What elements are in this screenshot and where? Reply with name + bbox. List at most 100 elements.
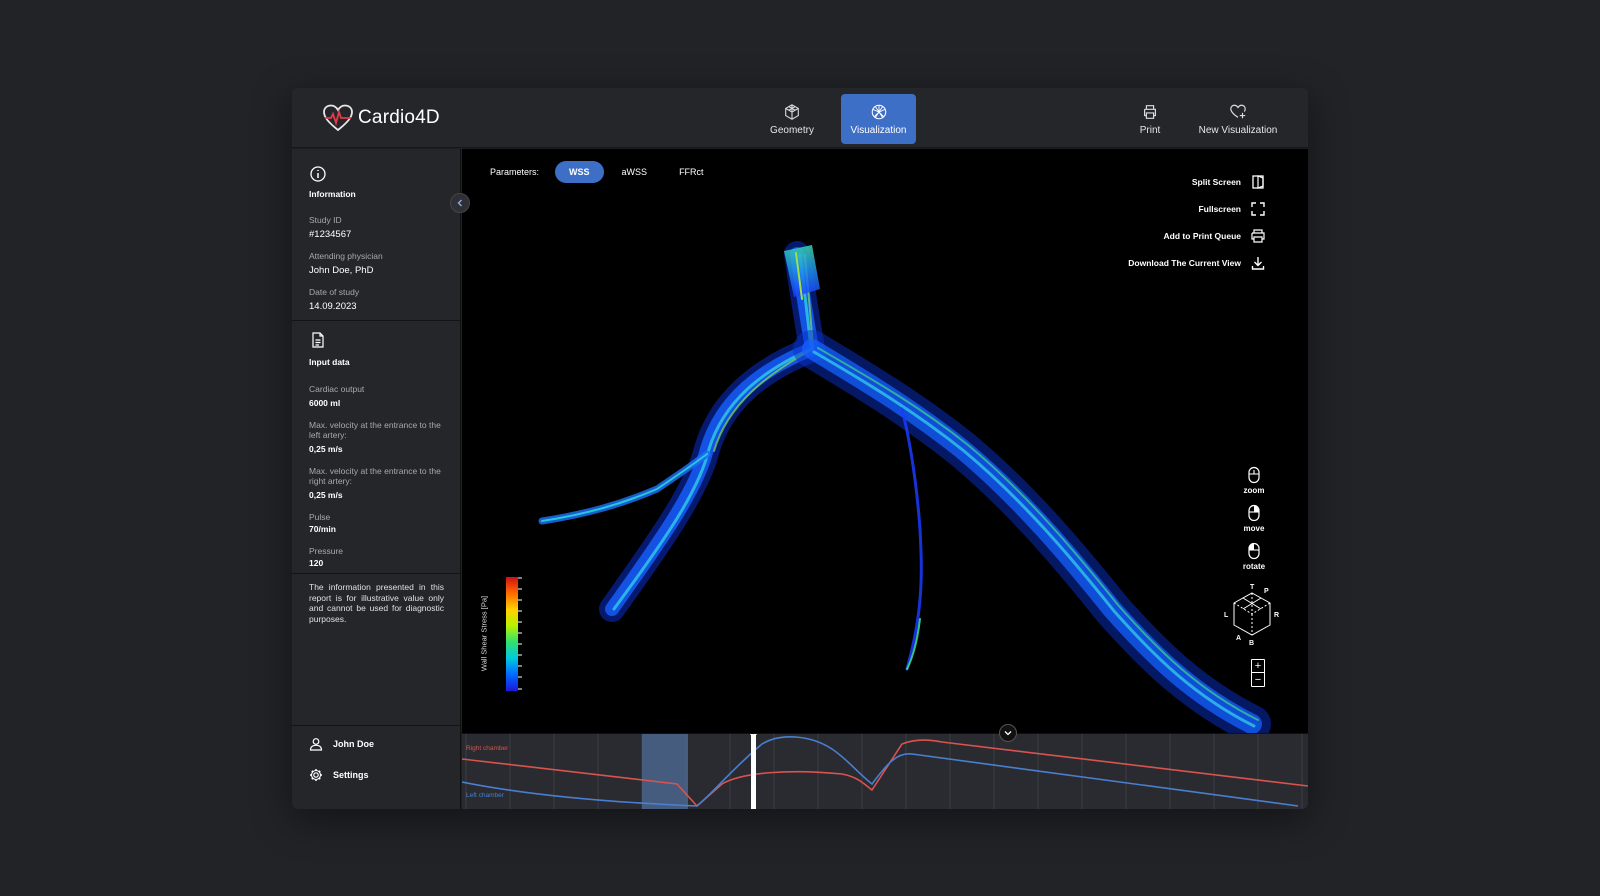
nav-geometry-label: Geometry bbox=[770, 124, 814, 136]
pulse-label: Pulse bbox=[309, 512, 331, 522]
timeline-chart[interactable] bbox=[462, 734, 1308, 809]
nav-visualization-button[interactable]: Visualization bbox=[841, 94, 916, 144]
download-view-button[interactable]: Download The Current View bbox=[1128, 254, 1266, 272]
settings-link[interactable]: Settings bbox=[309, 768, 369, 782]
add-to-print-queue-label: Add to Print Queue bbox=[1163, 231, 1241, 241]
view-tools: Split Screen Fullscreen Add to Print Que… bbox=[1128, 173, 1266, 272]
zoom-control[interactable]: zoom bbox=[1242, 466, 1266, 495]
cube-label-anterior: A bbox=[1236, 635, 1241, 642]
new-visualization-label: New Visualization bbox=[1198, 124, 1278, 136]
print-label: Print bbox=[1139, 124, 1161, 136]
zoom-label: zoom bbox=[1243, 486, 1265, 495]
playhead-marker-icon bbox=[749, 734, 758, 738]
information-section: Information Study ID #1234567 Attending … bbox=[292, 149, 461, 321]
heart-logo-icon bbox=[323, 104, 353, 132]
print-button[interactable]: Print bbox=[1130, 94, 1170, 144]
parameter-selector: Parameters: WSS aWSS FFRct bbox=[490, 161, 722, 183]
cube-label-bottom: B bbox=[1249, 640, 1254, 647]
expand-timeline-button[interactable] bbox=[999, 724, 1017, 742]
heart-plus-icon bbox=[1230, 104, 1246, 118]
add-to-print-queue-button[interactable]: Add to Print Queue bbox=[1164, 227, 1266, 245]
disclaimer-section: The information presented in this report… bbox=[292, 574, 461, 726]
param-ffrct-button[interactable]: FFRct bbox=[665, 161, 718, 183]
fullscreen-icon bbox=[1251, 202, 1265, 216]
left-velocity-label: Max. velocity at the entrance to the lef… bbox=[309, 420, 441, 440]
cube-label-top: T bbox=[1250, 584, 1255, 591]
fullscreen-label: Fullscreen bbox=[1198, 204, 1241, 214]
split-screen-button[interactable]: Split Screen bbox=[1192, 173, 1266, 191]
study-id-label: Study ID bbox=[309, 215, 342, 225]
right-velocity-value: 0,25 m/s bbox=[309, 490, 343, 500]
cube-icon bbox=[785, 103, 799, 120]
collapse-sidebar-button[interactable] bbox=[450, 193, 470, 213]
physician-label: Attending physician bbox=[309, 251, 383, 261]
cube-label-right: R bbox=[1274, 612, 1279, 619]
rotate-label: rotate bbox=[1242, 562, 1266, 571]
document-icon bbox=[312, 332, 324, 348]
move-control[interactable]: move bbox=[1242, 504, 1266, 533]
rotate-control[interactable]: rotate bbox=[1242, 542, 1266, 571]
disclaimer-text: The information presented in this report… bbox=[309, 582, 444, 624]
mouse-scroll-icon bbox=[1248, 466, 1260, 484]
split-screen-label: Split Screen bbox=[1191, 177, 1241, 187]
right-chamber-label: Right chamber bbox=[466, 745, 509, 752]
download-view-label: Download The Current View bbox=[1128, 258, 1241, 268]
user-icon bbox=[309, 738, 323, 751]
chevron-left-icon bbox=[457, 199, 462, 207]
network-icon bbox=[871, 104, 886, 119]
mouse-left-click-icon bbox=[1248, 542, 1260, 560]
orientation-cube[interactable]: T P L R A B bbox=[1222, 583, 1282, 647]
study-id-value: #1234567 bbox=[309, 229, 352, 240]
timeline-selection[interactable] bbox=[642, 734, 688, 809]
pulse-value: 70/min bbox=[309, 524, 336, 534]
cardiac-cycle-timeline[interactable]: Right chamber Left chamber bbox=[462, 733, 1308, 809]
fullscreen-button[interactable]: Fullscreen bbox=[1198, 200, 1266, 218]
app-logo[interactable]: Cardio4D bbox=[322, 104, 440, 132]
gear-icon bbox=[310, 769, 322, 781]
download-icon bbox=[1251, 257, 1265, 270]
pressure-value: 120 bbox=[309, 558, 324, 568]
param-awss-button[interactable]: aWSS bbox=[608, 161, 662, 183]
app-window: Cardio4D Geometry Visualization Print Ne… bbox=[292, 88, 1308, 809]
zoom-in-button[interactable]: + bbox=[1252, 660, 1264, 673]
3d-viewport[interactable]: Parameters: WSS aWSS FFRct Split Screen … bbox=[462, 149, 1308, 733]
info-icon bbox=[310, 166, 326, 182]
chevron-down-icon bbox=[1004, 731, 1012, 736]
user-profile[interactable]: John Doe bbox=[309, 737, 374, 751]
move-label: move bbox=[1243, 524, 1265, 533]
input-data-title: Input data bbox=[309, 357, 350, 367]
settings-label: Settings bbox=[333, 770, 369, 780]
user-name: John Doe bbox=[333, 739, 375, 749]
cardiac-output-label: Cardiac output bbox=[309, 384, 365, 394]
nav-visualization-label: Visualization bbox=[850, 124, 907, 136]
printer-icon bbox=[1144, 104, 1156, 119]
cube-label-left: L bbox=[1224, 612, 1229, 619]
left-velocity-value: 0,25 m/s bbox=[309, 444, 343, 454]
input-data-section: Input data Cardiac output 6000 ml Max. v… bbox=[292, 321, 461, 574]
pressure-label: Pressure bbox=[309, 546, 344, 556]
wss-colorbar bbox=[506, 577, 518, 691]
date-label: Date of study bbox=[309, 287, 360, 297]
split-screen-icon bbox=[1252, 175, 1264, 189]
right-chamber-curve bbox=[462, 739, 1308, 808]
timeline-playhead[interactable] bbox=[751, 734, 756, 809]
app-name: Cardio4D bbox=[358, 107, 440, 128]
colorbar-label: Wall Shear Stress [Pa] bbox=[479, 595, 489, 672]
print-queue-icon bbox=[1251, 229, 1265, 243]
colorbar-ticks bbox=[518, 577, 522, 690]
mouse-right-click-icon bbox=[1248, 504, 1260, 522]
left-chamber-curve bbox=[462, 736, 1299, 807]
date-value: 14.09.2023 bbox=[309, 301, 357, 312]
physician-value: John Doe, PhD bbox=[309, 265, 374, 276]
left-chamber-label: Left chamber bbox=[466, 792, 504, 799]
zoom-out-button[interactable]: − bbox=[1252, 673, 1264, 686]
top-bar: Cardio4D Geometry Visualization Print Ne… bbox=[292, 88, 1308, 148]
param-wss-button[interactable]: WSS bbox=[555, 161, 604, 183]
sidebar: Information Study ID #1234567 Attending … bbox=[292, 149, 461, 809]
new-visualization-button[interactable]: New Visualization bbox=[1196, 94, 1280, 144]
parameters-label: Parameters: bbox=[490, 167, 540, 177]
nav-geometry-button[interactable]: Geometry bbox=[758, 94, 826, 144]
cardiac-output-value: 6000 ml bbox=[309, 398, 341, 408]
information-title: Information bbox=[309, 189, 356, 199]
right-velocity-label: Max. velocity at the entrance to the rig… bbox=[309, 466, 441, 486]
